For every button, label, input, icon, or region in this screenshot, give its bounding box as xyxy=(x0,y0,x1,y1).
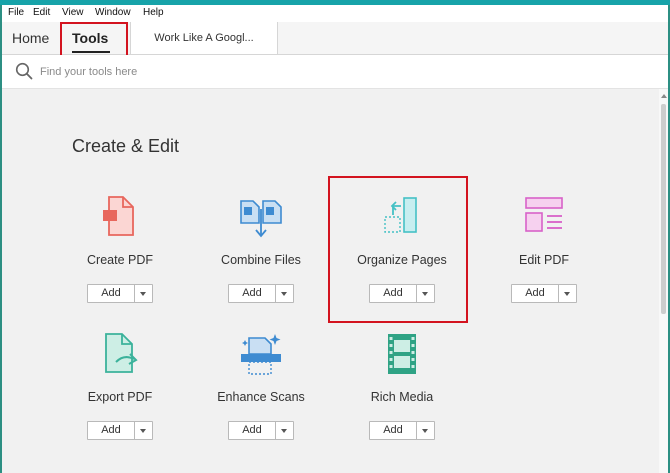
menu-edit[interactable]: Edit xyxy=(33,7,50,18)
chevron-down-icon xyxy=(281,429,287,433)
add-button-group: Add xyxy=(228,421,294,440)
add-button-group: Add xyxy=(228,284,294,303)
scrollbar-thumb[interactable] xyxy=(661,104,666,314)
chevron-down-icon xyxy=(140,292,146,296)
search-icon xyxy=(15,62,33,80)
tool-label: Edit PDF xyxy=(518,253,569,267)
chevron-down-icon xyxy=(564,292,570,296)
tool-create-pdf[interactable]: Create PDF Add xyxy=(60,195,180,335)
rich-media-icon xyxy=(388,334,416,374)
add-dropdown-button[interactable] xyxy=(135,285,152,302)
add-dropdown-button[interactable] xyxy=(276,422,293,439)
tool-label: Rich Media xyxy=(370,390,434,404)
search-input[interactable] xyxy=(40,64,340,80)
add-button-group: Add xyxy=(369,421,435,440)
tool-label: Combine Files xyxy=(221,253,301,267)
section-title: Create & Edit xyxy=(72,136,180,156)
tool-combine-files[interactable]: Combine Files Add xyxy=(201,195,321,335)
add-button-group: Add xyxy=(87,421,153,440)
tool-search-bar xyxy=(2,55,668,89)
add-button[interactable]: Add xyxy=(370,422,417,439)
tab-document[interactable]: Work Like A Googl... xyxy=(130,22,278,54)
organize-pages-highlight xyxy=(328,176,468,323)
add-dropdown-button[interactable] xyxy=(135,422,152,439)
tool-label: Enhance Scans xyxy=(217,390,305,404)
menu-bar: File Edit View Window Help xyxy=(2,5,668,22)
chevron-down-icon xyxy=(281,292,287,296)
menu-file[interactable]: File xyxy=(8,7,24,18)
add-button[interactable]: Add xyxy=(229,285,276,302)
chevron-down-icon xyxy=(140,429,146,433)
menu-view[interactable]: View xyxy=(62,7,84,18)
add-button-group: Add xyxy=(87,284,153,303)
tools-tab-highlight xyxy=(60,22,128,58)
combine-files-icon xyxy=(240,200,282,238)
add-dropdown-button[interactable] xyxy=(276,285,293,302)
tool-rich-media[interactable]: Rich Media Add xyxy=(342,332,462,472)
add-dropdown-button[interactable] xyxy=(417,422,434,439)
enhance-scans-icon xyxy=(241,334,281,375)
tool-edit-pdf[interactable]: Edit PDF Add xyxy=(484,195,604,335)
add-button-group: Add xyxy=(511,284,577,303)
add-button[interactable]: Add xyxy=(229,422,276,439)
export-pdf-icon xyxy=(105,333,138,373)
menu-help[interactable]: Help xyxy=(143,7,164,18)
create-pdf-icon xyxy=(103,196,134,236)
menu-window[interactable]: Window xyxy=(95,7,131,18)
chevron-down-icon xyxy=(422,429,428,433)
add-button[interactable]: Add xyxy=(88,422,135,439)
tab-home[interactable]: Home xyxy=(12,22,49,54)
add-dropdown-button[interactable] xyxy=(559,285,576,302)
tool-enhance-scans[interactable]: Enhance Scans Add xyxy=(201,332,321,472)
add-button[interactable]: Add xyxy=(88,285,135,302)
tool-label: Create PDF xyxy=(87,253,153,267)
tool-export-pdf[interactable]: Export PDF Add xyxy=(60,332,180,472)
edit-pdf-icon xyxy=(525,197,563,232)
tool-label: Export PDF xyxy=(87,390,153,404)
add-button[interactable]: Add xyxy=(512,285,559,302)
scroll-up-arrow-icon[interactable] xyxy=(661,94,667,98)
